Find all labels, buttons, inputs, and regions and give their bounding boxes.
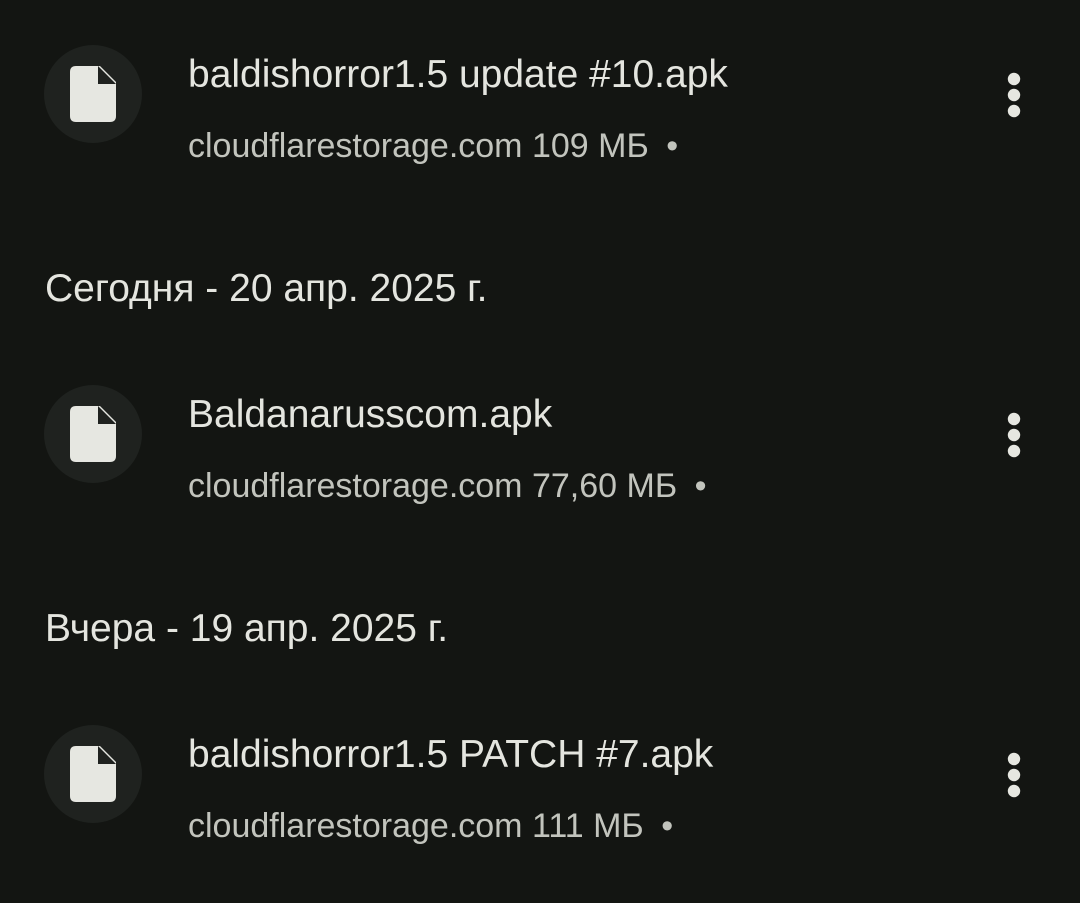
download-item[interactable]: baldishorror1.5 PATCH #7.apk cloudflares… [0, 690, 1080, 860]
file-size: 111 МБ [531, 807, 644, 845]
file-name: baldishorror1.5 PATCH #7.apk [188, 733, 714, 776]
file-source: cloudflarestorage.com [188, 467, 523, 505]
meta-separator: • [666, 127, 679, 165]
file-meta: cloudflarestorage.com 77,60 МБ • [188, 464, 707, 508]
file-icon [44, 385, 142, 483]
file-name: baldishorror1.5 update #10.apk [188, 53, 728, 96]
more-vert-icon[interactable] [990, 405, 1038, 465]
downloads-list: baldishorror1.5 update #10.apk cloudflar… [0, 0, 1080, 903]
file-size: 77,60 МБ [531, 467, 678, 505]
download-item[interactable]: baldishorror1.5 update #10.apk cloudflar… [0, 10, 1080, 180]
file-source: cloudflarestorage.com [188, 127, 523, 165]
more-vert-icon[interactable] [990, 65, 1038, 125]
section-header-today: Сегодня - 20 апр. 2025 г. [45, 267, 488, 310]
meta-separator: • [661, 807, 674, 845]
download-item[interactable]: Baldanarusscom.apk cloudflarestorage.com… [0, 350, 1080, 520]
file-meta: cloudflarestorage.com 109 МБ • [188, 124, 678, 168]
file-icon [44, 725, 142, 823]
section-header-yesterday: Вчера - 19 апр. 2025 г. [45, 607, 449, 650]
file-size: 109 МБ [531, 127, 649, 165]
meta-separator: • [694, 467, 707, 505]
more-vert-icon[interactable] [990, 745, 1038, 805]
file-source: cloudflarestorage.com [188, 807, 523, 845]
file-name: Baldanarusscom.apk [188, 393, 553, 436]
file-icon [44, 45, 142, 143]
file-meta: cloudflarestorage.com 111 МБ • [188, 804, 673, 848]
